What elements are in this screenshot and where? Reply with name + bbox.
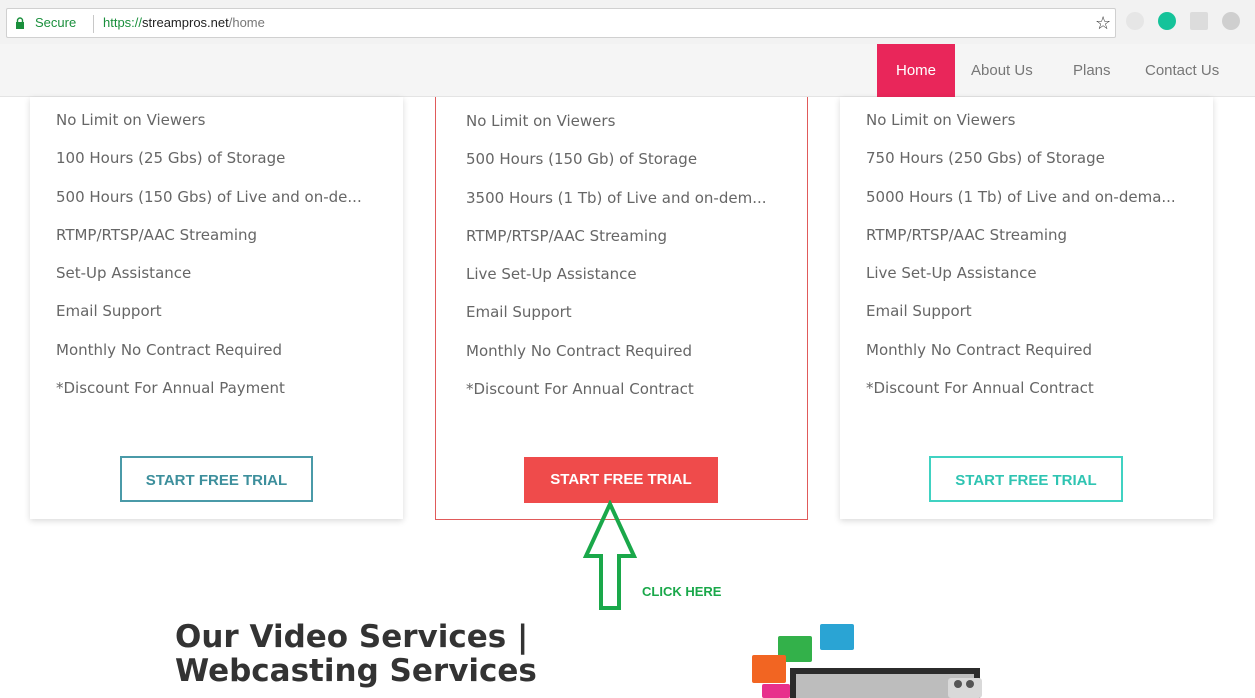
start-free-trial-button[interactable]: START FREE TRIAL [120, 456, 313, 502]
lock-icon [16, 17, 24, 29]
feature-item: Live Set-Up Assistance [866, 264, 1037, 283]
address-bar[interactable]: Secure https://streampros.net/home ☆ [6, 8, 1116, 38]
url-protocol: https:// [103, 15, 143, 30]
extension-square-icon[interactable] [1190, 12, 1208, 30]
feature-item: 5000 Hours (1 Tb) of Live and on-dema... [866, 187, 1176, 206]
feature-item: No Limit on Viewers [56, 111, 206, 129]
feature-item: Monthly No Contract Required [866, 340, 1093, 359]
nav-about-us[interactable]: About Us [971, 44, 1033, 97]
site-navbar: Home About Us Plans Contact Us [0, 44, 1255, 97]
services-heading-line-2: Webcasting Services [175, 653, 537, 689]
services-heading-line-1: Our Video Services | [175, 619, 529, 655]
feature-item: *Discount For Annual Contract [866, 379, 1094, 398]
feature-item: *Discount For Annual Payment [56, 379, 285, 398]
feature-item: Email Support [56, 302, 162, 321]
feature-item: No Limit on Viewers [466, 112, 616, 130]
secure-label: Secure [35, 15, 77, 30]
up-arrow-icon [582, 500, 638, 610]
feature-item: Email Support [866, 302, 972, 321]
video-services-illustration [752, 624, 982, 698]
address-separator [93, 15, 94, 33]
plan-features: No Limit on Viewers 750 Hours (250 Gbs) … [866, 111, 1176, 417]
globe-icon[interactable] [1222, 12, 1240, 30]
extension-icon[interactable] [1126, 12, 1144, 30]
feature-item: RTMP/RTSP/AAC Streaming [466, 226, 668, 245]
start-free-trial-button[interactable]: START FREE TRIAL [929, 456, 1123, 502]
feature-item: Email Support [466, 303, 572, 322]
feature-item: Live Set-Up Assistance [466, 265, 637, 284]
grammarly-icon[interactable] [1158, 12, 1176, 30]
feature-item: RTMP/RTSP/AAC Streaming [56, 225, 258, 244]
feature-item: *Discount For Annual Contract [466, 380, 694, 399]
feature-item: 750 Hours (250 Gbs) of Storage [866, 149, 1105, 168]
click-here-annotation: CLICK HERE [642, 584, 722, 599]
plan-card-2: No Limit on Viewers 500 Hours (150 Gb) o… [435, 97, 808, 520]
browser-toolbar: Secure https://streampros.net/home ☆ [0, 0, 1255, 44]
feature-item: 500 Hours (150 Gb) of Storage [466, 150, 698, 169]
feature-item: Set-Up Assistance [56, 264, 192, 283]
plan-features: No Limit on Viewers 100 Hours (25 Gbs) o… [56, 111, 362, 417]
plan-card-1: No Limit on Viewers 100 Hours (25 Gbs) o… [30, 97, 403, 519]
nav-plans[interactable]: Plans [1073, 44, 1111, 97]
feature-item: RTMP/RTSP/AAC Streaming [866, 225, 1068, 244]
feature-item: 500 Hours (150 Gbs) of Live and on-de... [56, 187, 362, 206]
feature-item: Monthly No Contract Required [56, 340, 283, 359]
plan-card-3: No Limit on Viewers 750 Hours (250 Gbs) … [840, 97, 1213, 519]
start-free-trial-button[interactable]: START FREE TRIAL [524, 457, 718, 503]
nav-contact-us[interactable]: Contact Us [1145, 44, 1219, 97]
feature-item: 3500 Hours (1 Tb) of Live and on-dem... [466, 188, 767, 207]
bookmark-star-icon[interactable]: ☆ [1095, 13, 1111, 34]
feature-item: 100 Hours (25 Gbs) of Storage [56, 149, 286, 168]
url-text[interactable]: https://streampros.net/home [103, 15, 265, 30]
feature-item: Monthly No Contract Required [466, 341, 693, 360]
nav-home[interactable]: Home [877, 44, 955, 97]
url-host: streampros.net [142, 15, 229, 30]
services-heading: Our Video Services | Webcasting Services [175, 620, 537, 688]
url-path: /home [228, 15, 265, 30]
feature-item: No Limit on Viewers [866, 111, 1016, 129]
plan-features: No Limit on Viewers 500 Hours (150 Gb) o… [466, 112, 767, 418]
